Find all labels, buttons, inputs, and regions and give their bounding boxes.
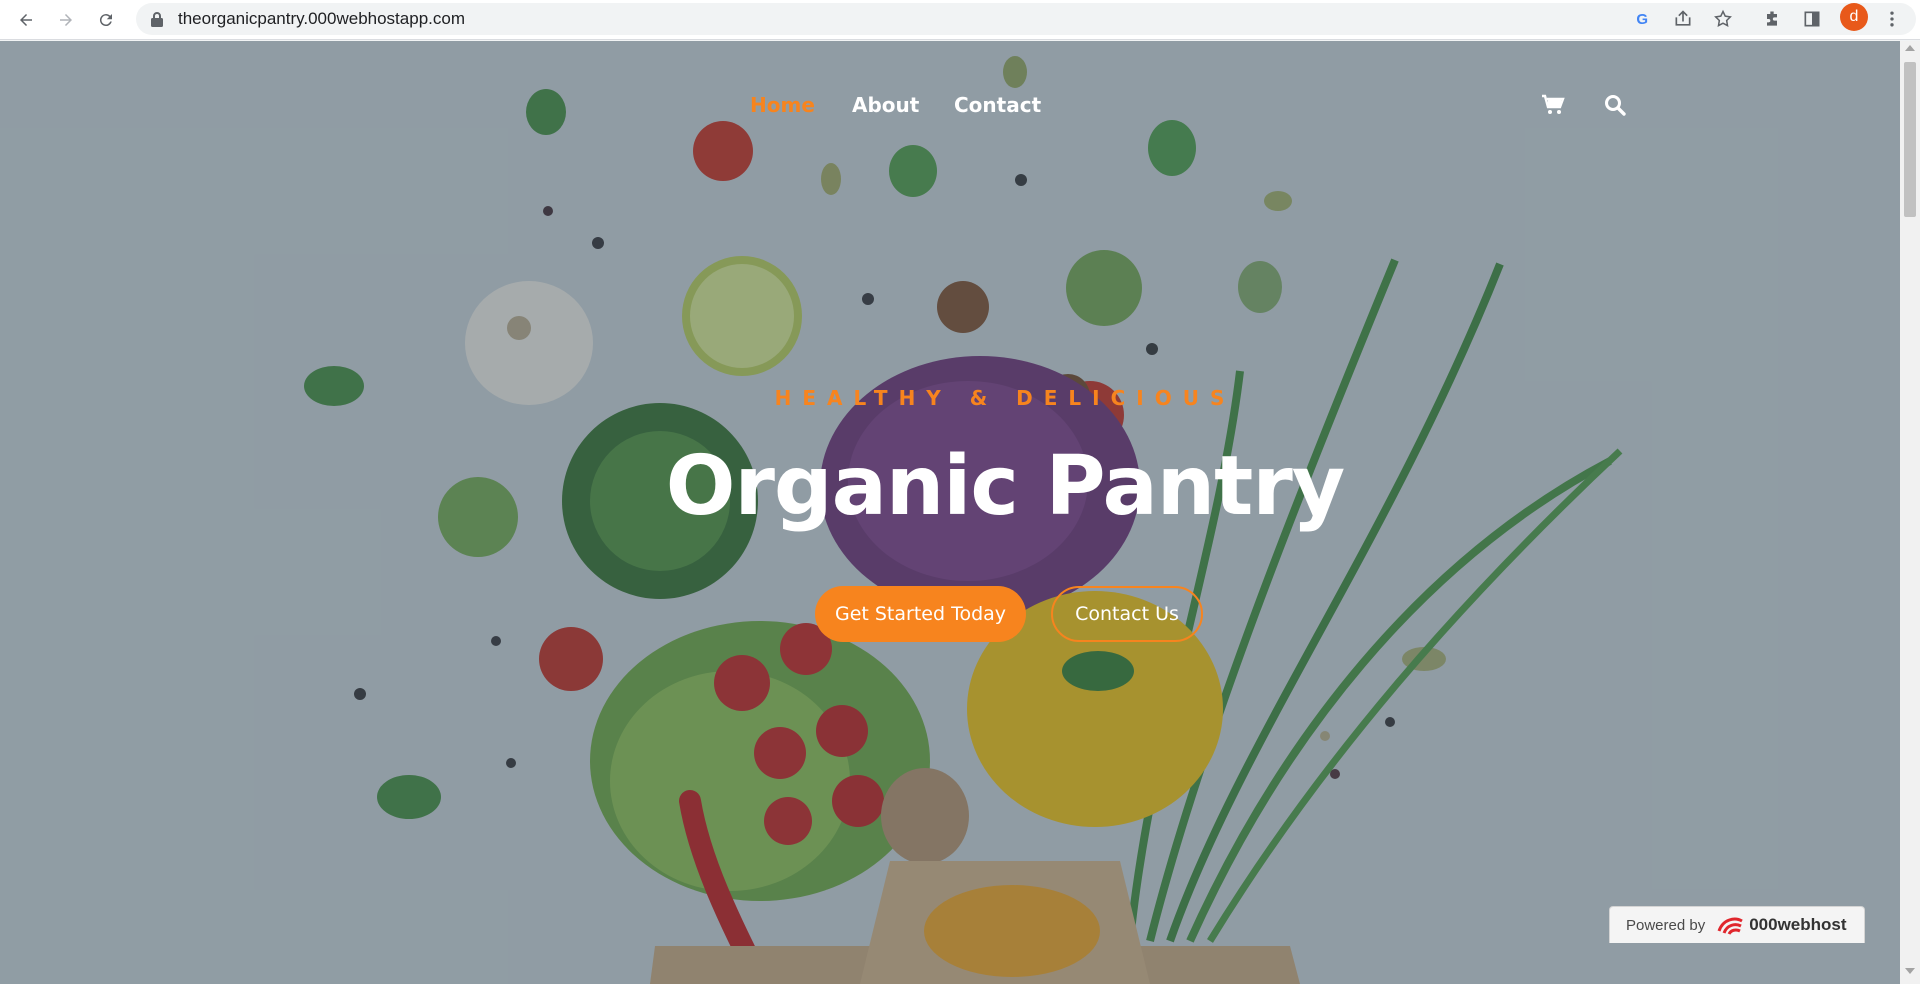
svg-text:G: G [1636, 11, 1648, 28]
hero-kicker: HEALTHY & DELICIOUS [774, 386, 1236, 410]
side-panel-icon[interactable] [1800, 7, 1824, 31]
site-nav: Home About Contact [0, 93, 1900, 133]
powered-by-label: Powered by [1626, 916, 1706, 934]
forward-button[interactable] [52, 6, 80, 34]
000webhost-logo-icon [1717, 917, 1743, 935]
cart-icon[interactable] [1541, 93, 1567, 119]
browser-toolbar: theorganicpantry.000webhostapp.com G d [0, 0, 1920, 40]
forward-arrow-icon [60, 14, 72, 26]
back-button[interactable] [12, 6, 40, 34]
contact-us-button[interactable]: Contact Us [1051, 586, 1203, 642]
scroll-up-arrow-icon[interactable] [1905, 45, 1915, 51]
lock-icon [151, 12, 163, 27]
powered-by-badge[interactable]: Powered by 000webhost [1609, 906, 1865, 943]
hero-title: Organic Pantry [665, 439, 1346, 534]
extensions-puzzle-icon[interactable] [1760, 7, 1784, 31]
profile-avatar[interactable]: d [1840, 3, 1868, 31]
back-arrow-icon [20, 14, 32, 26]
kebab-menu-icon[interactable] [1880, 7, 1904, 31]
000webhost-brand-label: 000webhost [1749, 915, 1847, 934]
nav-link-about[interactable]: About [852, 93, 919, 117]
scroll-down-arrow-icon[interactable] [1905, 968, 1915, 974]
scrollbar-thumb[interactable] [1904, 62, 1916, 217]
search-icon[interactable] [1603, 93, 1629, 119]
bookmark-star-icon[interactable] [1711, 7, 1735, 31]
nav-link-contact[interactable]: Contact [954, 93, 1041, 117]
share-icon[interactable] [1671, 7, 1695, 31]
reload-button[interactable] [92, 6, 120, 34]
google-icon[interactable]: G [1631, 7, 1655, 31]
page-viewport: Home About Contact HEALTHY & DELICIOUS O… [0, 41, 1900, 984]
get-started-button[interactable]: Get Started Today [815, 586, 1026, 642]
url-text[interactable]: theorganicpantry.000webhostapp.com [178, 9, 465, 29]
reload-icon [99, 14, 112, 27]
nav-link-home[interactable]: Home [750, 93, 815, 117]
